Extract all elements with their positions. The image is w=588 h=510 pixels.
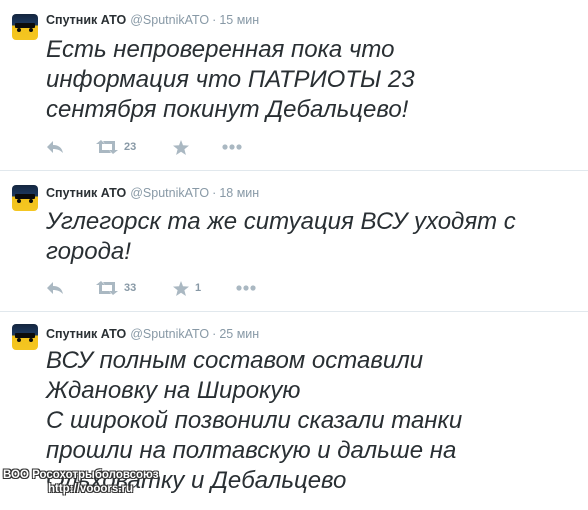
timestamp[interactable]: 18 мин bbox=[219, 186, 259, 200]
author-handle[interactable]: @SputnikATO bbox=[130, 13, 209, 27]
retweet-count: 23 bbox=[124, 141, 137, 153]
favorite-star-icon bbox=[173, 139, 189, 155]
favorite-button[interactable]: 1 bbox=[173, 280, 201, 296]
favorite-count: 1 bbox=[195, 282, 202, 294]
author-name[interactable]: Спутник АТО bbox=[46, 327, 126, 341]
favorite-button[interactable] bbox=[173, 139, 195, 155]
retweet-button[interactable]: 33 bbox=[96, 280, 136, 296]
avatar[interactable] bbox=[12, 14, 38, 40]
reply-button[interactable] bbox=[46, 139, 64, 155]
author-handle[interactable]: @SputnikATO bbox=[130, 186, 209, 200]
more-dots-icon bbox=[222, 144, 242, 150]
reply-button[interactable] bbox=[46, 280, 64, 296]
separator: · bbox=[212, 13, 217, 27]
timestamp[interactable]: 15 мин bbox=[219, 13, 259, 27]
more-button[interactable] bbox=[222, 139, 242, 155]
reply-icon bbox=[47, 141, 63, 153]
separator: · bbox=[212, 327, 217, 341]
tweet[interactable]: Спутник АТО @SputnikATO · 15 мин Есть непро… bbox=[0, 0, 588, 171]
more-dots-icon bbox=[236, 285, 256, 291]
reply-icon bbox=[47, 282, 63, 294]
retweet-icon bbox=[96, 140, 118, 154]
tweet-text: Есть непроверенная пока что информация ч… bbox=[46, 36, 415, 123]
watermark-line-2: http://vooors.ru bbox=[48, 483, 133, 495]
tweet-text: Углегорск та же ситуация ВСУ уходят с го… bbox=[46, 208, 516, 265]
retweet-count: 33 bbox=[124, 282, 137, 294]
retweet-button[interactable]: 23 bbox=[96, 139, 136, 155]
avatar[interactable] bbox=[12, 185, 38, 211]
timestamp[interactable]: 25 мин bbox=[219, 327, 259, 341]
author-name[interactable]: Спутник АТО bbox=[46, 13, 126, 27]
author-handle[interactable]: @SputnikATO bbox=[130, 327, 209, 341]
tweet[interactable]: Спутник АТО @SputnikATO · 18 мин Углегорск … bbox=[0, 171, 588, 312]
favorite-star-icon bbox=[173, 280, 189, 296]
watermark-line-1: ВОО Росохотрыболовсоюз bbox=[3, 469, 159, 481]
separator: · bbox=[212, 186, 217, 200]
more-button[interactable] bbox=[236, 280, 256, 296]
avatar[interactable] bbox=[12, 324, 38, 350]
author-name[interactable]: Спутник АТО bbox=[46, 186, 126, 200]
retweet-icon bbox=[96, 281, 118, 295]
